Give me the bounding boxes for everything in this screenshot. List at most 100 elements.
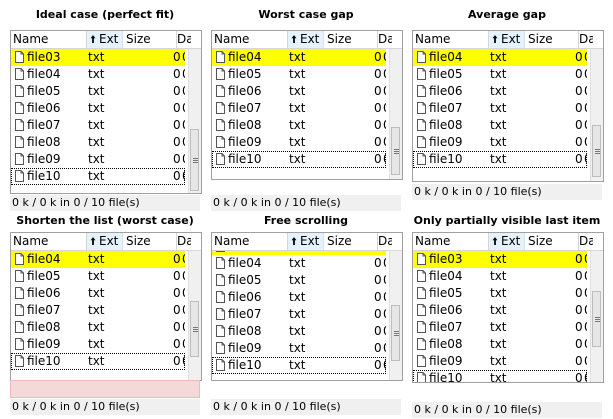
file-size: 0 [173, 152, 181, 166]
file-row[interactable]: file08 txt 0 0 [413, 336, 587, 353]
column-header-name[interactable]: Name [11, 233, 87, 250]
file-date: 0 [182, 151, 185, 168]
file-row[interactable]: file06 txt 0 0 [212, 289, 386, 306]
scrollbar-thumb[interactable] [592, 291, 601, 347]
file-row[interactable]: file04 txt 0 0 [413, 268, 587, 285]
file-ext: txt [490, 67, 507, 81]
file-row[interactable]: file05 txt 0 0 [212, 272, 386, 289]
vertical-scrollbar[interactable] [590, 251, 603, 382]
column-header-ext[interactable]: 🠩 Ext [87, 233, 123, 250]
file-row[interactable]: file10 txt 0 0 [413, 370, 587, 382]
column-header-date[interactable]: Dat [378, 31, 392, 48]
scrollbar-thumb[interactable] [592, 125, 601, 177]
column-header-ext[interactable]: 🠩 Ext [288, 233, 324, 250]
file-ext: txt [289, 307, 306, 321]
file-row[interactable]: file08 txt 0 0 [212, 117, 386, 134]
file-row[interactable]: file04 txt 0 0 [11, 251, 185, 268]
file-list[interactable]: Name 🠩Ext Size Dat file04 txt 0 0 file05… [412, 30, 604, 182]
file-row[interactable]: file07 txt 0 0 [413, 100, 587, 117]
file-row[interactable]: file05 txt 0 0 [413, 285, 587, 302]
file-row[interactable]: file08 txt 0 0 [11, 134, 185, 151]
vertical-scrollbar[interactable] [389, 251, 402, 380]
column-header-name[interactable]: Name [212, 31, 288, 48]
file-list[interactable]: Name 🠩Ext Size Dat file04 txt 0 0 file05… [211, 30, 403, 180]
file-row[interactable]: file10 txt 0 0 [212, 357, 386, 374]
column-header-date[interactable]: Dat [177, 31, 191, 48]
file-row[interactable]: file05 txt 0 0 [212, 66, 386, 83]
file-row[interactable]: file07 txt 0 0 [11, 117, 185, 134]
file-row[interactable]: file09 txt 0 0 [413, 353, 587, 370]
vertical-scrollbar[interactable] [188, 49, 201, 193]
file-row[interactable]: file06 txt 0 0 [212, 83, 386, 100]
file-row[interactable]: file06 txt 0 0 [413, 83, 587, 100]
file-row[interactable]: file10 txt 0 0 [212, 151, 386, 168]
file-date: 0 [182, 100, 185, 117]
file-row[interactable]: file04 txt 0 0 [11, 66, 185, 83]
file-list[interactable]: Name 🠩Ext Size Dat file03 txt 0 0 file04… [211, 232, 403, 381]
file-row[interactable]: file08 txt 0 0 [212, 323, 386, 340]
file-icon [417, 338, 426, 350]
file-row[interactable]: file09 txt 0 0 [212, 134, 386, 151]
file-row[interactable]: file10 txt 0 0 [413, 151, 587, 168]
column-header-size[interactable]: Size [123, 31, 177, 48]
file-row[interactable]: file10 txt 0 0 [11, 353, 185, 370]
scrollbar-thumb[interactable] [391, 127, 400, 175]
column-header-ext[interactable]: 🠩 Ext [489, 233, 525, 250]
file-date: 0 [584, 49, 587, 66]
vertical-scrollbar[interactable] [188, 251, 201, 380]
column-header-size[interactable]: Size [324, 233, 378, 250]
column-header-name[interactable]: Name [212, 233, 288, 250]
file-name: file09 [228, 341, 262, 355]
column-header-name[interactable]: Name [413, 31, 489, 48]
file-row[interactable]: file04 txt 0 0 [212, 49, 386, 66]
file-ext: txt [289, 256, 306, 270]
column-header-size[interactable]: Size [324, 31, 378, 48]
file-row[interactable]: file09 txt 0 0 [212, 340, 386, 357]
file-row[interactable]: file09 txt 0 0 [11, 151, 185, 168]
file-name: file08 [228, 118, 262, 132]
file-row[interactable]: file09 txt 0 0 [11, 336, 185, 353]
column-header-ext[interactable]: 🠩 Ext [288, 31, 324, 48]
file-list[interactable]: Name 🠩Ext Size Dat file03 txt 0 0 file04… [412, 232, 604, 383]
file-size: 0 [374, 290, 382, 304]
file-row[interactable]: file03 txt 0 0 [11, 49, 185, 66]
file-row[interactable]: file05 txt 0 0 [11, 268, 185, 285]
file-row[interactable]: file07 txt 0 0 [11, 302, 185, 319]
column-header-size[interactable]: Size [123, 233, 177, 250]
file-size: 0 [575, 135, 583, 149]
scrollbar-thumb[interactable] [190, 301, 199, 357]
column-header-size[interactable]: Size [525, 31, 579, 48]
column-header-size[interactable]: Size [525, 233, 579, 250]
column-header-ext[interactable]: 🠩 Ext [87, 31, 123, 48]
file-row[interactable]: file03 txt 0 0 [413, 251, 587, 268]
file-icon [417, 136, 426, 148]
column-header-date[interactable]: Dat [378, 233, 392, 250]
vertical-scrollbar[interactable] [590, 49, 603, 181]
file-row[interactable]: file08 txt 0 0 [11, 319, 185, 336]
column-header-date[interactable]: Dat [579, 31, 593, 48]
scrollbar-thumb[interactable] [190, 129, 199, 191]
file-row[interactable]: file10 txt 0 0 [11, 168, 185, 185]
file-row[interactable]: file06 txt 0 0 [11, 285, 185, 302]
file-list[interactable]: Name 🠩Ext Size Dat file04 txt 0 0 file05… [10, 232, 202, 381]
file-row[interactable]: file06 txt 0 0 [413, 302, 587, 319]
file-row[interactable]: file07 txt 0 0 [413, 319, 587, 336]
file-row[interactable]: file05 txt 0 0 [11, 83, 185, 100]
file-row[interactable]: file05 txt 0 0 [413, 66, 587, 83]
file-row[interactable]: file08 txt 0 0 [413, 117, 587, 134]
column-header-name[interactable]: Name [11, 31, 87, 48]
file-row[interactable]: file07 txt 0 0 [212, 306, 386, 323]
column-header-date[interactable]: Dat [177, 233, 191, 250]
file-row[interactable]: file09 txt 0 0 [413, 134, 587, 151]
file-icon [15, 304, 24, 316]
file-row[interactable]: file07 txt 0 0 [212, 100, 386, 117]
column-header-name[interactable]: Name [413, 233, 489, 250]
scrollbar-thumb[interactable] [391, 305, 400, 361]
column-header-date[interactable]: Dat [579, 233, 593, 250]
vertical-scrollbar[interactable] [389, 49, 402, 179]
file-row[interactable]: file04 txt 0 0 [413, 49, 587, 66]
file-row[interactable]: file04 txt 0 0 [212, 255, 386, 272]
file-row[interactable]: file06 txt 0 0 [11, 100, 185, 117]
column-header-ext[interactable]: 🠩 Ext [489, 31, 525, 48]
file-list[interactable]: Name 🠩Ext Size Dat file03 txt 0 0 file04… [10, 30, 202, 194]
